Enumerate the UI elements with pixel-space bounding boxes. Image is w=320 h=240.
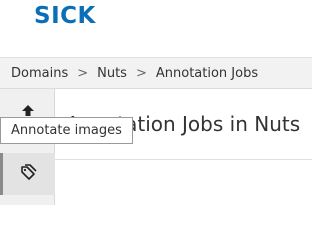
breadcrumb: Domains > Nuts > Annotation Jobs: [0, 57, 312, 89]
tag-icon: [19, 162, 39, 186]
sick-logo[interactable]: SICK: [34, 3, 96, 29]
breadcrumb-separator: >: [135, 65, 147, 81]
sidebar-item-annotate[interactable]: [0, 153, 55, 195]
sidebar: [0, 89, 55, 205]
breadcrumb-separator: >: [77, 65, 89, 81]
app-window: SICK Domains > Nuts > Annotation Jobs An…: [0, 0, 312, 205]
breadcrumb-item-annotation-jobs: Annotation Jobs: [155, 65, 259, 81]
tooltip: Annotate images: [0, 117, 133, 144]
header: SICK: [0, 0, 312, 57]
divider: [55, 159, 312, 160]
breadcrumb-item-nuts[interactable]: Nuts: [97, 66, 127, 81]
breadcrumb-item-domains[interactable]: Domains: [11, 66, 68, 81]
